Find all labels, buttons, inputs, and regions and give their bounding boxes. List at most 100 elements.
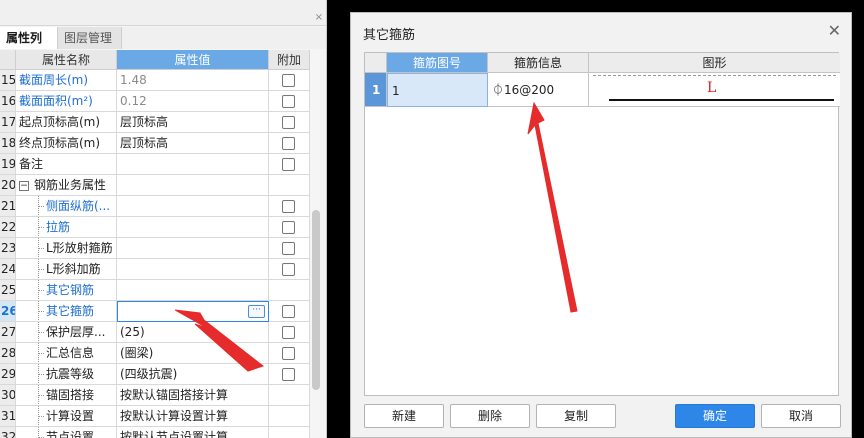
property-name: 拉筋: [16, 217, 117, 238]
property-row[interactable]: 22 拉筋: [0, 217, 310, 238]
property-value[interactable]: [117, 175, 269, 196]
tab-layer-management[interactable]: 图层管理: [58, 27, 122, 49]
property-value[interactable]: 按默认锚固搭接计算: [117, 385, 269, 406]
property-value[interactable]: [117, 280, 269, 301]
property-row[interactable]: 26 其它箍筋 ···: [0, 301, 310, 322]
ok-button[interactable]: 确定: [675, 404, 755, 428]
property-value-text: 1.48: [120, 73, 147, 87]
property-name-text: 侧面纵筋(...: [46, 199, 111, 213]
property-value[interactable]: [117, 154, 269, 175]
property-value[interactable]: 层顶标高: [117, 112, 269, 133]
cancel-button[interactable]: 取消: [761, 404, 841, 428]
stirrup-code-cell[interactable]: 1: [387, 73, 488, 107]
attach-checkbox[interactable]: [282, 326, 295, 339]
property-value[interactable]: 层顶标高: [117, 133, 269, 154]
header-property-value: 属性值: [117, 50, 269, 70]
row-number: 30: [0, 385, 16, 406]
property-row[interactable]: 18 终点顶标高(m) 层顶标高: [0, 133, 310, 154]
collapse-icon[interactable]: −: [19, 181, 29, 191]
attach-checkbox[interactable]: [282, 347, 295, 360]
property-row[interactable]: 19 备注: [0, 154, 310, 175]
property-row[interactable]: 31 计算设置 按默认计算设置计算: [0, 406, 310, 427]
attach-checkbox[interactable]: [282, 242, 295, 255]
attach-checkbox[interactable]: [282, 74, 295, 87]
property-value-text: 按默认锚固搭接计算: [120, 388, 229, 402]
property-value-editor[interactable]: ···: [117, 301, 269, 322]
property-row[interactable]: 21 侧面纵筋(...: [0, 196, 310, 217]
property-name-text: 其它钢筋: [46, 283, 95, 297]
property-value[interactable]: [117, 259, 269, 280]
row-number: 17: [0, 112, 16, 133]
property-value[interactable]: (圈梁): [117, 343, 269, 364]
property-row[interactable]: 16 截面面积(m²) 0.12: [0, 91, 310, 112]
attach-cell: [269, 364, 310, 385]
attach-checkbox[interactable]: [282, 221, 295, 234]
property-value-text: 按默认节点设置计算: [120, 430, 229, 438]
property-name: 计算设置: [16, 406, 117, 427]
attach-checkbox[interactable]: [282, 368, 295, 381]
tab-property-list[interactable]: 属性列表: [0, 27, 58, 67]
stirrup-info-cell[interactable]: ⏀16@200: [488, 73, 589, 107]
row-number: 19: [0, 154, 16, 175]
property-row[interactable]: 25 其它钢筋: [0, 280, 310, 301]
attach-checkbox[interactable]: [282, 116, 295, 129]
row-number: 23: [0, 238, 16, 259]
row-number-cell[interactable]: 1: [365, 73, 387, 107]
property-row[interactable]: 23 L形放射箍筋: [0, 238, 310, 259]
attach-cell: [269, 70, 310, 91]
property-value[interactable]: [117, 217, 269, 238]
property-value[interactable]: 0.12: [117, 91, 269, 112]
property-row[interactable]: 20− 钢筋业务属性: [0, 175, 310, 196]
property-row[interactable]: 24 L形斜加筋: [0, 259, 310, 280]
attach-cell: [269, 259, 310, 280]
property-name: − 钢筋业务属性: [16, 175, 117, 196]
copy-button[interactable]: 复制: [536, 404, 616, 428]
property-value[interactable]: [117, 196, 269, 217]
attach-checkbox[interactable]: [282, 158, 295, 171]
tree-tick: [38, 248, 44, 249]
delete-button[interactable]: 删除: [450, 404, 530, 428]
close-icon[interactable]: ×: [315, 12, 323, 23]
row-number: 22: [0, 217, 16, 238]
property-name-text: 锚固搭接: [46, 388, 95, 402]
property-row[interactable]: 27 保护层厚... (25): [0, 322, 310, 343]
tree-tick: [38, 353, 44, 354]
property-value-text: 0.12: [120, 94, 147, 108]
property-value-text: 层顶标高: [120, 115, 169, 129]
panel-scrollbar[interactable]: [312, 210, 320, 390]
tree-tick: [38, 395, 44, 396]
property-name-text: 抗震等级: [46, 367, 95, 381]
attach-checkbox[interactable]: [282, 305, 295, 318]
attach-checkbox[interactable]: [282, 263, 295, 276]
shape-base-line: [609, 99, 834, 101]
attach-cell: [269, 406, 310, 427]
ellipsis-button[interactable]: ···: [248, 305, 265, 318]
new-button[interactable]: 新建: [364, 404, 444, 428]
attach-cell: [269, 175, 310, 196]
attach-checkbox[interactable]: [282, 137, 295, 150]
property-value[interactable]: 按默认计算设置计算: [117, 406, 269, 427]
property-name-text: 钢筋业务属性: [34, 178, 107, 192]
property-row[interactable]: 32 节点设置 按默认节点设置计算: [0, 427, 310, 438]
property-value[interactable]: [117, 238, 269, 259]
row-number: 32: [0, 427, 16, 438]
property-name: L形放射箍筋: [16, 238, 117, 259]
attach-cell: [269, 154, 310, 175]
property-value[interactable]: 按默认节点设置计算: [117, 427, 269, 438]
property-row[interactable]: 17 起点顶标高(m) 层顶标高: [0, 112, 310, 133]
property-value[interactable]: (四级抗震): [117, 364, 269, 385]
property-name-text: 节点设置: [46, 430, 95, 438]
attach-checkbox[interactable]: [282, 200, 295, 213]
property-value[interactable]: 1.48: [117, 70, 269, 91]
property-row[interactable]: 30 锚固搭接 按默认锚固搭接计算: [0, 385, 310, 406]
property-value[interactable]: (25): [117, 322, 269, 343]
tree-tick: [38, 269, 44, 270]
attach-cell: [269, 301, 310, 322]
property-row[interactable]: 15 截面周长(m) 1.48: [0, 70, 310, 91]
property-name: 截面周长(m): [16, 70, 117, 91]
property-row[interactable]: 28 汇总信息 (圈梁): [0, 343, 310, 364]
property-row[interactable]: 29 抗震等级 (四级抗震): [0, 364, 310, 385]
attach-checkbox[interactable]: [282, 95, 295, 108]
close-icon[interactable]: ✕: [828, 21, 841, 40]
shape-cell[interactable]: L: [589, 73, 840, 107]
